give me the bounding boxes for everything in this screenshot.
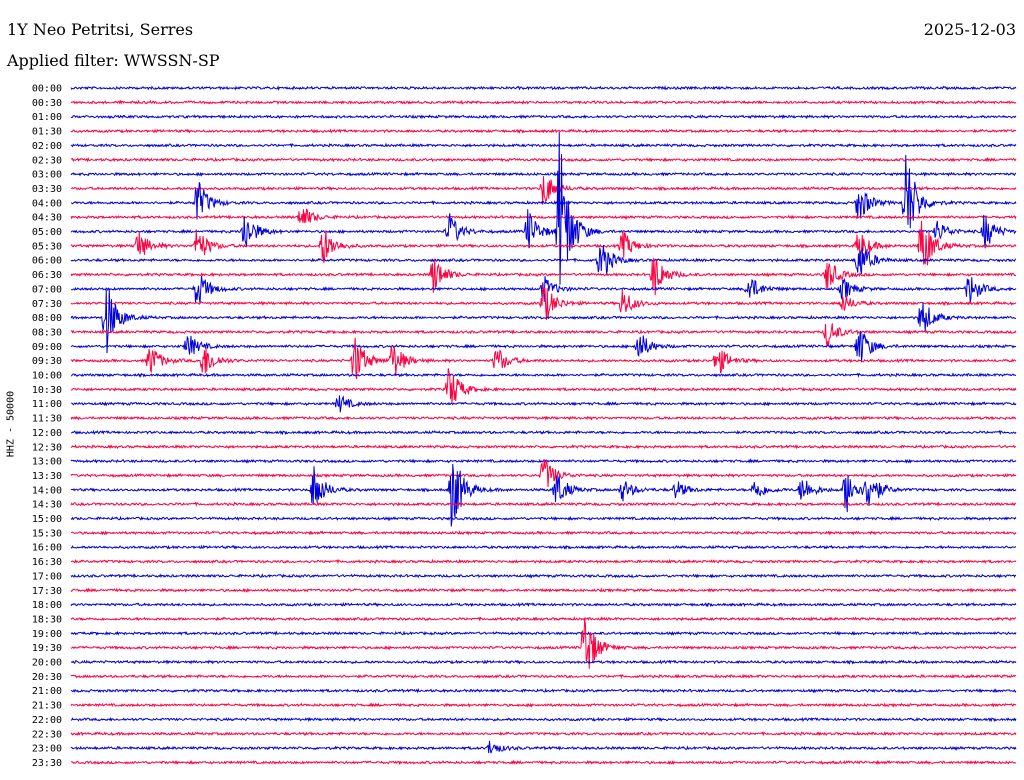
trace-row — [70, 687, 1017, 694]
row-time-label: 15:30 — [32, 528, 62, 539]
row-time-label: 09:00 — [32, 342, 62, 353]
row-time-label: 11:00 — [32, 399, 62, 410]
row-time-label: 19:30 — [32, 643, 62, 654]
trace-row — [70, 323, 1017, 347]
trace-row — [70, 208, 1017, 224]
trace-row — [70, 458, 1017, 464]
row-time-label: 20:30 — [32, 672, 62, 683]
row-time-label: 06:00 — [32, 256, 62, 267]
row-time-label: 14:30 — [32, 500, 62, 511]
trace-row — [70, 429, 1017, 436]
row-time-label: 21:30 — [32, 701, 62, 712]
trace-row — [70, 702, 1017, 708]
row-time-label: 10:30 — [32, 385, 62, 396]
row-time-label: 19:00 — [32, 629, 62, 640]
row-time-label: 00:30 — [32, 98, 62, 109]
trace-row — [70, 730, 1017, 737]
trace-row — [70, 740, 1017, 754]
trace-row — [70, 142, 1017, 149]
row-time-label: 04:30 — [32, 213, 62, 224]
row-time-label: 23:30 — [32, 758, 62, 769]
trace-row — [70, 673, 1017, 680]
row-time-label: 13:30 — [32, 471, 62, 482]
row-time-label: 16:30 — [32, 557, 62, 568]
row-time-label: 02:30 — [32, 155, 62, 166]
trace-row — [70, 395, 1017, 413]
trace-row — [70, 415, 1017, 421]
trace-row — [70, 501, 1017, 507]
row-time-label: 22:00 — [32, 715, 62, 726]
trace-row — [70, 85, 1017, 91]
row-time-label: 08:00 — [32, 313, 62, 324]
row-time-label: 23:00 — [32, 744, 62, 755]
trace-row — [70, 368, 1017, 404]
row-time-label: 03:30 — [32, 184, 62, 195]
trace-row — [70, 443, 1017, 450]
trace-row — [70, 530, 1017, 536]
trace-row — [70, 759, 1017, 766]
helicorder-plot: 00:00 00:30 01:00 01:30 02:00 02:30 03:00 03:30… — [32, 84, 1017, 769]
trace-row — [70, 587, 1017, 594]
row-time-label: 07:30 — [32, 299, 62, 310]
row-time-label: 03:00 — [32, 170, 62, 181]
row-time-label: 18:30 — [32, 614, 62, 625]
row-time-label: 17:00 — [32, 571, 62, 582]
row-time-label: 14:00 — [32, 485, 62, 496]
trace-row — [70, 99, 1017, 105]
row-time-label: 09:30 — [32, 356, 62, 367]
row-time-label: 12:30 — [32, 442, 62, 453]
trace-row — [70, 659, 1017, 665]
trace-row — [70, 716, 1017, 723]
trace-row — [70, 128, 1017, 134]
row-time-label: 22:30 — [32, 729, 62, 740]
row-time-label: 07:00 — [32, 284, 62, 295]
trace-row — [70, 573, 1017, 579]
trace-row — [70, 544, 1017, 551]
trace-row — [70, 244, 1017, 275]
trace-row — [70, 171, 1017, 177]
trace-row — [70, 372, 1017, 378]
row-time-label: 01:00 — [32, 112, 62, 123]
row-time-label: 13:00 — [32, 457, 62, 468]
trace-row — [70, 459, 1017, 488]
row-time-label: 17:30 — [32, 586, 62, 597]
row-time-label: 15:00 — [32, 514, 62, 525]
row-time-label: 11:30 — [32, 414, 62, 425]
trace-row — [70, 601, 1017, 608]
row-time-label: 18:00 — [32, 600, 62, 611]
row-time-label: 12:00 — [32, 428, 62, 439]
trace-row — [70, 515, 1017, 522]
row-time-label: 06:30 — [32, 270, 62, 281]
trace-row — [70, 630, 1017, 637]
row-time-label: 20:00 — [32, 658, 62, 669]
row-time-label: 00:00 — [32, 84, 62, 95]
row-time-label: 05:00 — [32, 227, 62, 238]
row-time-label: 02:00 — [32, 141, 62, 152]
trace-row — [70, 113, 1017, 120]
row-time-label: 01:30 — [32, 127, 62, 138]
trace-row — [70, 330, 1017, 363]
row-time-label: 21:00 — [32, 686, 62, 697]
row-time-label: 08:30 — [32, 327, 62, 338]
trace-row — [70, 558, 1017, 565]
trace-row — [70, 616, 1017, 622]
row-time-label: 16:00 — [32, 543, 62, 554]
row-time-label: 04:00 — [32, 198, 62, 209]
row-time-label: 10:00 — [32, 371, 62, 382]
row-time-label: 05:30 — [32, 241, 62, 252]
trace-row — [70, 156, 1017, 163]
